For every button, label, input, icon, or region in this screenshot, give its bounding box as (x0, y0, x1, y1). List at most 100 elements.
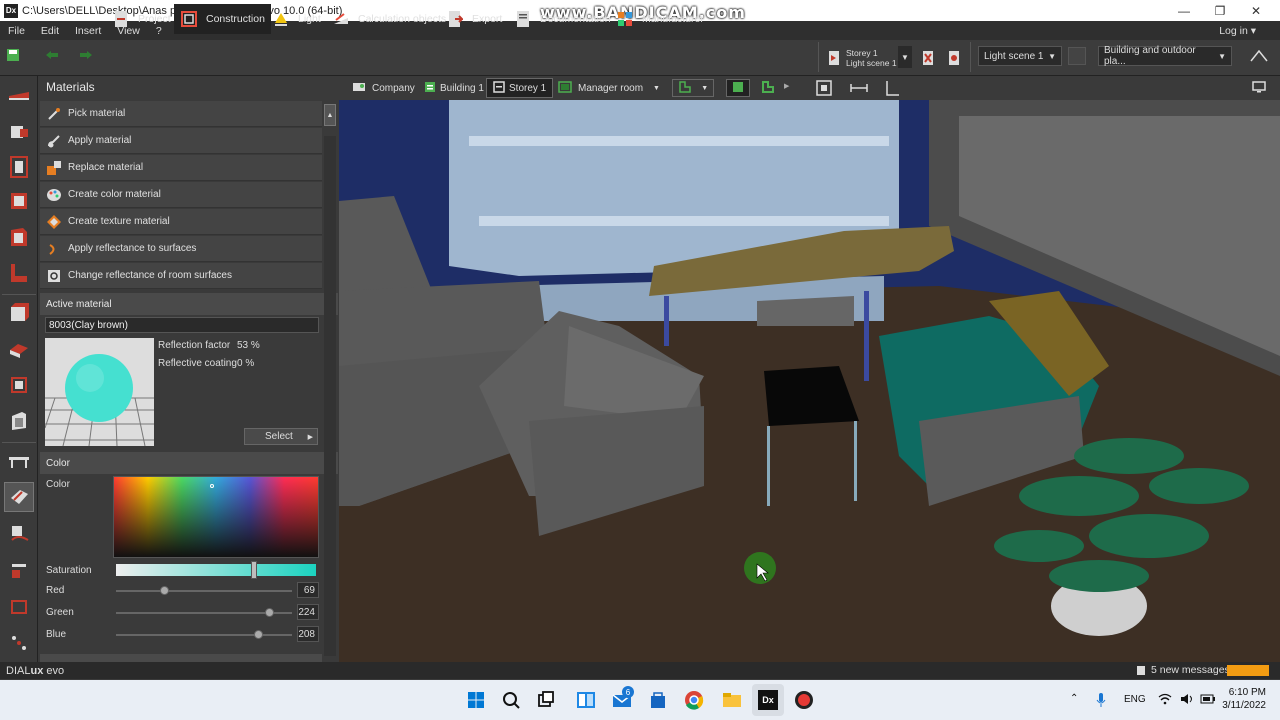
wall-tool-icon[interactable] (4, 80, 34, 110)
tab-construction[interactable]: Construction (174, 4, 271, 34)
green-value-input[interactable]: 224 (297, 604, 319, 620)
window-tool-icon[interactable] (4, 370, 34, 400)
apply-reflectance-item[interactable]: Apply reflectance to surfaces (40, 236, 322, 262)
light-scene-dropdown[interactable]: Light scene 1 ▼ (978, 46, 1062, 66)
breadcrumb-room[interactable]: Manager room ▼ (552, 78, 666, 98)
battery-icon[interactable] (1200, 693, 1216, 708)
measure-icon[interactable] (850, 80, 868, 99)
tab-manufacturer[interactable]: Manufacturer (610, 4, 710, 34)
scroll-up-button[interactable]: ▲ (324, 104, 336, 126)
storey-selector[interactable]: Storey 1 Light scene 1 (846, 48, 898, 68)
microphone-icon[interactable] (1096, 692, 1106, 711)
chevron-right-icon[interactable]: ▶ (784, 82, 789, 90)
frame-tool-icon[interactable] (4, 592, 34, 622)
calc-surface-icon[interactable] (4, 518, 34, 548)
material-name-field[interactable]: 8003(Clay brown) (45, 317, 319, 333)
delete-storey-icon[interactable] (922, 50, 934, 69)
replace-material-item[interactable]: Replace material (40, 155, 322, 181)
solid-view-toggle[interactable] (726, 79, 750, 97)
dimension-icon[interactable] (884, 80, 900, 99)
snap-layout-icon[interactable] (574, 688, 598, 712)
change-reflectance-item[interactable]: Change reflectance of room surfaces (40, 263, 322, 289)
select-label: Select (265, 431, 293, 442)
search-icon[interactable] (499, 688, 523, 712)
blue-slider[interactable] (116, 634, 292, 636)
cut-plane-icon[interactable] (4, 556, 34, 586)
breadcrumb-building[interactable]: Building 1 (418, 78, 490, 98)
room-tool-icon[interactable] (4, 152, 34, 182)
remove-scene-icon[interactable] (948, 50, 960, 69)
table-tool-icon[interactable] (4, 446, 34, 476)
system-clock[interactable]: 6:10 PM 3/11/2022 (1222, 686, 1266, 712)
blue-value-input[interactable]: 208 (297, 626, 319, 642)
fullscreen-icon[interactable] (1250, 49, 1268, 65)
close-button[interactable]: ✕ (1238, 0, 1274, 21)
panel-scrollbar[interactable] (324, 136, 336, 656)
maximize-button[interactable]: ❐ (1202, 0, 1238, 21)
zoom-extents-icon[interactable] (816, 80, 832, 99)
tab-documentation[interactable]: Documentation (508, 4, 617, 34)
cube-tool-icon[interactable] (4, 116, 34, 146)
dialux-taskbar-icon[interactable]: Dx (756, 688, 780, 712)
menu-insert[interactable]: Insert (67, 25, 109, 37)
saturation-label: Saturation (46, 565, 92, 576)
apply-material-item[interactable]: Apply material (40, 128, 322, 154)
color-picker-field[interactable] (113, 476, 319, 558)
monitor-icon[interactable] (1252, 81, 1266, 96)
menu-file[interactable]: File (0, 25, 33, 37)
view-filter-dropdown[interactable]: ▼ (672, 79, 714, 97)
tab-export[interactable]: Export (440, 4, 508, 34)
collapsed-section-header[interactable] (40, 654, 322, 662)
redo-icon[interactable] (78, 49, 94, 64)
tab-calculation-objects[interactable]: Calculation objects (326, 4, 452, 34)
store-icon[interactable] (646, 688, 670, 712)
red-slider[interactable] (116, 590, 292, 592)
box-tool-icon[interactable] (4, 298, 34, 328)
grid-dots-icon[interactable] (4, 628, 34, 658)
select-material-button[interactable]: Select ▶ (244, 428, 318, 445)
storey-dropdown-arrow[interactable]: ▼ (898, 46, 912, 68)
windows-start-icon[interactable] (464, 688, 488, 712)
login-button[interactable]: Log in ▾ (1219, 21, 1256, 40)
tab-project[interactable]: Project (106, 4, 177, 34)
bandicam-icon[interactable] (792, 688, 816, 712)
view-mode-dropdown[interactable]: Building and outdoor pla... ▼ (1098, 45, 1232, 67)
chevron-down-icon: ▼ (653, 84, 660, 92)
minimize-button[interactable]: — (1166, 0, 1202, 21)
floor-tool-icon[interactable] (4, 186, 34, 216)
material-tool-icon[interactable] (4, 482, 34, 512)
create-texture-material-item[interactable]: Create texture material (40, 209, 322, 235)
red-slider-handle[interactable] (160, 586, 169, 595)
language-indicator[interactable]: ENG (1124, 694, 1146, 705)
menu-edit[interactable]: Edit (33, 25, 67, 37)
chrome-icon[interactable] (682, 688, 706, 712)
save-icon[interactable] (6, 48, 20, 62)
undo-icon[interactable] (44, 49, 60, 64)
red-value-input[interactable]: 69 (297, 582, 319, 598)
color-picker-cursor[interactable] (210, 484, 214, 488)
stairs-tool-icon[interactable] (4, 258, 34, 288)
extrude-tool-icon[interactable] (4, 334, 34, 364)
breadcrumb-company[interactable]: Company (346, 78, 421, 98)
ceiling-tool-icon[interactable] (4, 222, 34, 252)
file-explorer-icon[interactable] (720, 688, 744, 712)
blue-slider-handle[interactable] (254, 630, 263, 639)
view-mode-value: Building and outdoor pla... (1104, 45, 1196, 67)
tab-light[interactable]: Light (266, 4, 327, 34)
task-view-icon[interactable] (534, 688, 558, 712)
green-slider-handle[interactable] (265, 608, 274, 617)
door-tool-icon[interactable] (4, 406, 34, 436)
messages-indicator[interactable] (1227, 665, 1269, 676)
chevron-up-icon[interactable]: ⌃ (1070, 693, 1078, 704)
breadcrumb-storey[interactable]: Storey 1 (486, 78, 554, 98)
messages-link[interactable]: 5 new messages (1151, 664, 1230, 676)
saturation-slider[interactable] (116, 564, 316, 576)
saturation-handle[interactable] (251, 561, 257, 579)
outline-view-toggle[interactable] (758, 79, 778, 97)
3d-viewport[interactable] (339, 76, 1280, 662)
scene-options-button[interactable] (1068, 47, 1086, 65)
volume-icon[interactable] (1180, 693, 1194, 708)
create-color-material-item[interactable]: Create color material (40, 182, 322, 208)
pick-material-item[interactable]: Pick material (40, 101, 322, 127)
wifi-icon[interactable] (1158, 693, 1172, 708)
